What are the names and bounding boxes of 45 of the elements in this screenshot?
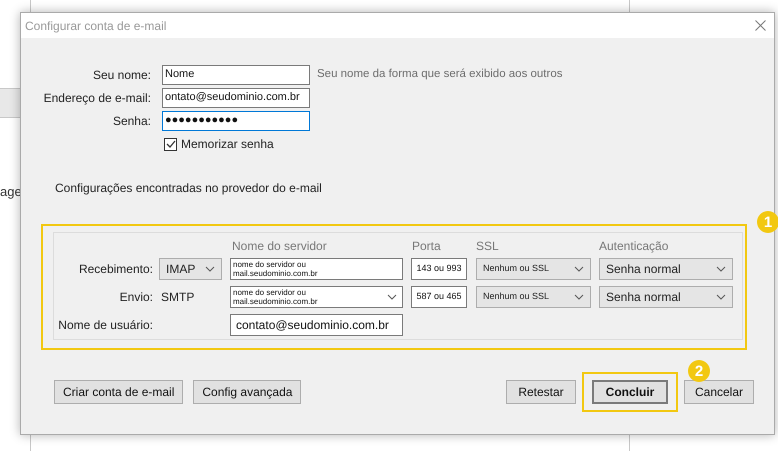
column-header: SSL — [476, 238, 500, 255]
input-field[interactable]: ●●●●●●●●●●● — [162, 110, 310, 130]
checkbox-label[interactable]: Memorizar senha — [181, 135, 274, 153]
background-text: age — [0, 183, 22, 201]
chevron-down-icon — [205, 266, 215, 272]
close-icon[interactable] — [755, 20, 766, 31]
server-value: nome do servidor ou mail.seudominio.com.br — [233, 260, 318, 278]
chevron-down-icon — [574, 266, 584, 272]
status-text: Configurações encontradas no provedor do e-mail — [55, 180, 323, 197]
dialog-button[interactable]: Retestar — [506, 380, 576, 404]
dropdown[interactable]: Nenhum ou SSL — [476, 286, 591, 308]
field-label: Seu nome: — [92, 66, 151, 84]
dropdown[interactable]: Nenhum ou SSL — [476, 258, 591, 280]
input-field[interactable]: contato@seudominio.com.br — [230, 314, 403, 336]
port-field[interactable]: 587 ou 465 — [411, 286, 467, 308]
callout-badge: 1 — [757, 211, 778, 233]
chevron-down-icon — [716, 294, 726, 300]
row-label: Recebimento: — [78, 261, 153, 278]
callout-badge: 2 — [688, 360, 710, 382]
input-field[interactable]: Nome — [162, 64, 310, 84]
hint-text: Seu nome da forma que será exibido aos outros — [317, 66, 562, 82]
checkbox[interactable] — [164, 138, 177, 150]
dropdown[interactable]: Senha normal — [599, 258, 733, 280]
column-header: Nome do servidor — [232, 238, 328, 255]
chevron-down-icon — [716, 266, 726, 272]
chevron-down-icon — [574, 294, 584, 300]
dropdown[interactable]: Senha normal — [599, 286, 733, 308]
port-field[interactable]: 143 ou 993 — [411, 258, 467, 280]
dialog-button[interactable]: Concluir — [592, 380, 668, 404]
dialog-button[interactable]: Config avançada — [193, 380, 302, 404]
field-label: Endereço de e-mail: — [42, 90, 151, 106]
protocol-text: SMTP — [161, 290, 194, 304]
server-value: nome do servidor ou mail.seudominio.com.br — [233, 288, 318, 306]
window-title: Configurar conta de e-mail — [25, 18, 166, 34]
column-header: Autenticação — [599, 238, 668, 255]
column-header: Porta — [412, 238, 442, 255]
server-field[interactable]: nome do servidor ou mail.seudominio.com.br — [230, 286, 403, 308]
field-label: Senha: — [112, 112, 151, 130]
dialog-button[interactable]: Criar conta de e-mail — [54, 380, 184, 404]
input-field[interactable]: ontato@seudominio.com.br — [162, 88, 310, 108]
server-field[interactable]: nome do servidor ou mail.seudominio.com.br — [230, 258, 403, 280]
dropdown[interactable]: IMAP — [159, 258, 222, 280]
row-label: Nome de usuário: — [57, 317, 153, 334]
dialog-button[interactable]: Cancelar — [684, 380, 754, 404]
row-label: Envio: — [118, 289, 153, 306]
